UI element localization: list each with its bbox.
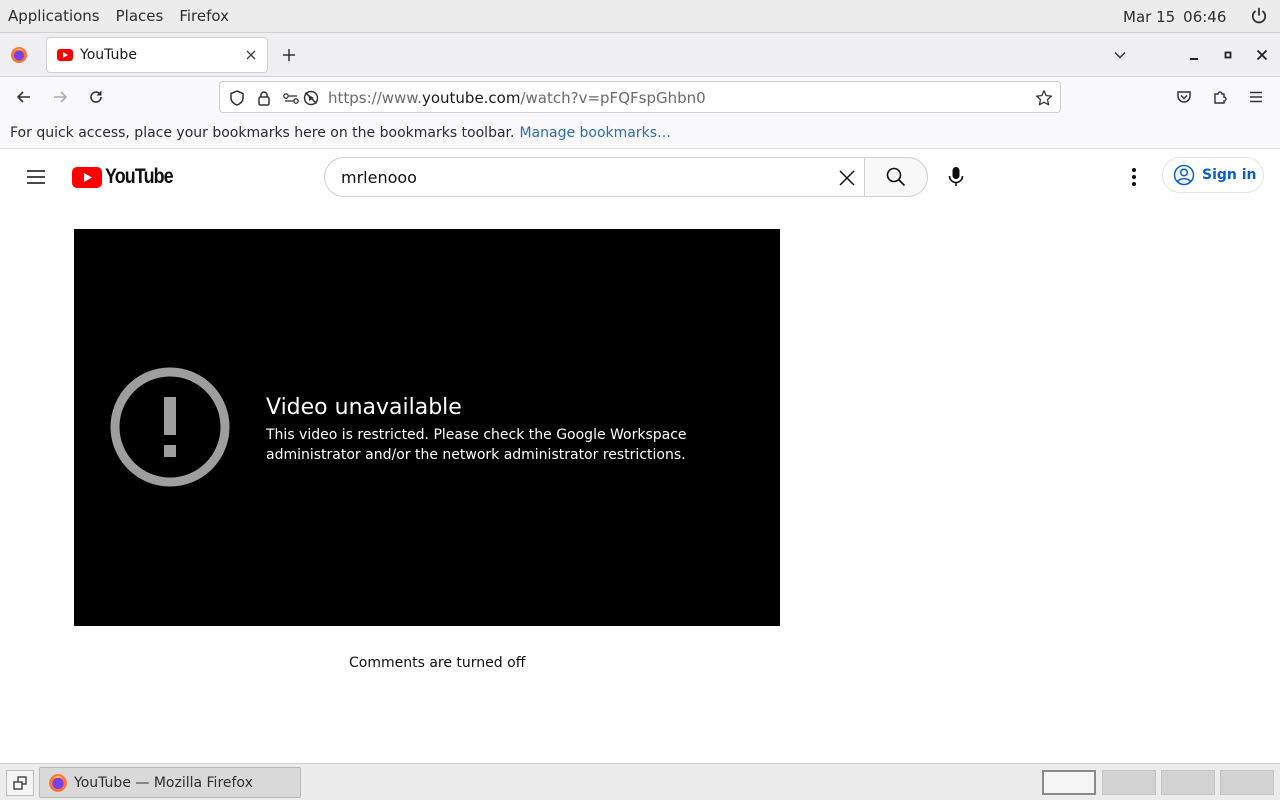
list-all-tabs-icon[interactable] <box>1111 46 1129 64</box>
url-text[interactable]: https://www.youtube.com/watch?v=pFQFspGh… <box>328 89 706 107</box>
places-menu[interactable]: Places <box>108 0 172 33</box>
bookmark-star-icon[interactable] <box>1035 89 1053 107</box>
youtube-play-logo-icon <box>72 166 102 188</box>
lock-icon[interactable] <box>255 89 273 107</box>
extensions-puzzle-icon[interactable] <box>1211 88 1229 106</box>
workspace-4[interactable] <box>1220 770 1274 795</box>
reload-icon[interactable] <box>87 88 105 106</box>
workspace-2[interactable] <box>1102 770 1156 795</box>
clock-date: Mar 15 <box>1123 7 1176 26</box>
microphone-icon[interactable] <box>945 165 967 189</box>
permissions-icon[interactable] <box>282 89 300 107</box>
power-icon[interactable] <box>1250 7 1268 25</box>
bottom-taskbar: YouTube — Mozilla Firefox <box>0 763 1280 800</box>
sign-in-button[interactable]: Sign in <box>1162 157 1264 193</box>
firefox-icon <box>49 773 67 792</box>
search-icon <box>886 167 906 187</box>
blocked-autoplay-icon[interactable] <box>302 89 320 107</box>
player-error-title: Video unavailable <box>266 395 462 420</box>
youtube-wordmark: YouTube <box>105 165 174 188</box>
bookmarks-prompt: For quick access, place your bookmarks h… <box>10 124 515 141</box>
clock[interactable]: Mar 15 06:46 <box>1123 0 1226 33</box>
comments-status: Comments are turned off <box>349 655 526 671</box>
close-window-icon[interactable] <box>1253 46 1271 64</box>
search-input[interactable]: mrlenooo <box>324 157 864 197</box>
firefox-menu[interactable]: Firefox <box>171 0 237 33</box>
more-vertical-icon[interactable] <box>1124 165 1144 189</box>
system-top-bar: Applications Places Firefox Mar 15 06:46 <box>0 0 1280 33</box>
search-button[interactable] <box>864 157 928 197</box>
taskbar-window-firefox[interactable]: YouTube — Mozilla Firefox <box>39 767 301 798</box>
video-player[interactable]: Video unavailable This video is restrict… <box>74 229 780 626</box>
youtube-favicon-icon <box>57 49 73 61</box>
minimize-icon[interactable] <box>1185 46 1203 64</box>
forward-arrow-icon[interactable] <box>51 88 69 106</box>
player-error-message: This video is restricted. Please check t… <box>266 427 687 463</box>
youtube-masthead: YouTube mrlenooo Sign in <box>0 149 1280 205</box>
tab-youtube[interactable]: YouTube <box>46 37 268 73</box>
sign-in-label: Sign in <box>1202 167 1257 183</box>
navigation-toolbar: https://www.youtube.com/watch?v=pFQFspGh… <box>0 77 1280 117</box>
taskbar-window-title: YouTube — Mozilla Firefox <box>74 774 253 791</box>
back-arrow-icon[interactable] <box>15 88 33 106</box>
new-tab-icon[interactable] <box>280 46 298 64</box>
url-prefix: https://www. <box>328 89 422 107</box>
address-bar[interactable]: https://www.youtube.com/watch?v=pFQFspGh… <box>219 81 1061 113</box>
show-desktop-icon <box>13 776 27 790</box>
pocket-icon[interactable] <box>1175 88 1193 106</box>
firefox-view-icon[interactable] <box>10 46 28 64</box>
workspace-1[interactable] <box>1042 770 1096 795</box>
url-host: youtube.com <box>421 89 521 107</box>
search-form: mrlenooo <box>324 157 928 197</box>
clock-time: 06:46 <box>1183 7 1227 26</box>
applications-menu[interactable]: Applications <box>0 0 108 33</box>
clear-search-icon[interactable] <box>838 169 856 187</box>
guide-menu-icon[interactable] <box>24 165 48 189</box>
app-menu-hamburger-icon[interactable] <box>1247 88 1265 106</box>
show-desktop-button[interactable] <box>6 770 34 796</box>
manage-bookmarks-link[interactable]: Manage bookmarks… <box>519 125 671 141</box>
tracking-protection-shield-icon[interactable] <box>228 89 246 107</box>
tab-strip: YouTube <box>0 33 1280 77</box>
bookmarks-toolbar: For quick access, place your bookmarks h… <box>0 117 1280 149</box>
close-tab-icon[interactable] <box>243 47 259 63</box>
youtube-logo[interactable]: YouTube <box>72 165 185 189</box>
maximize-icon[interactable] <box>1219 46 1237 64</box>
workspace-3[interactable] <box>1161 770 1215 795</box>
tab-title: YouTube <box>80 47 137 63</box>
search-query: mrlenooo <box>341 167 417 187</box>
account-circle-icon <box>1173 164 1195 186</box>
url-path: /watch?v=pFQFspGhbn0 <box>520 89 706 107</box>
exclamation-circle-icon <box>110 367 230 487</box>
